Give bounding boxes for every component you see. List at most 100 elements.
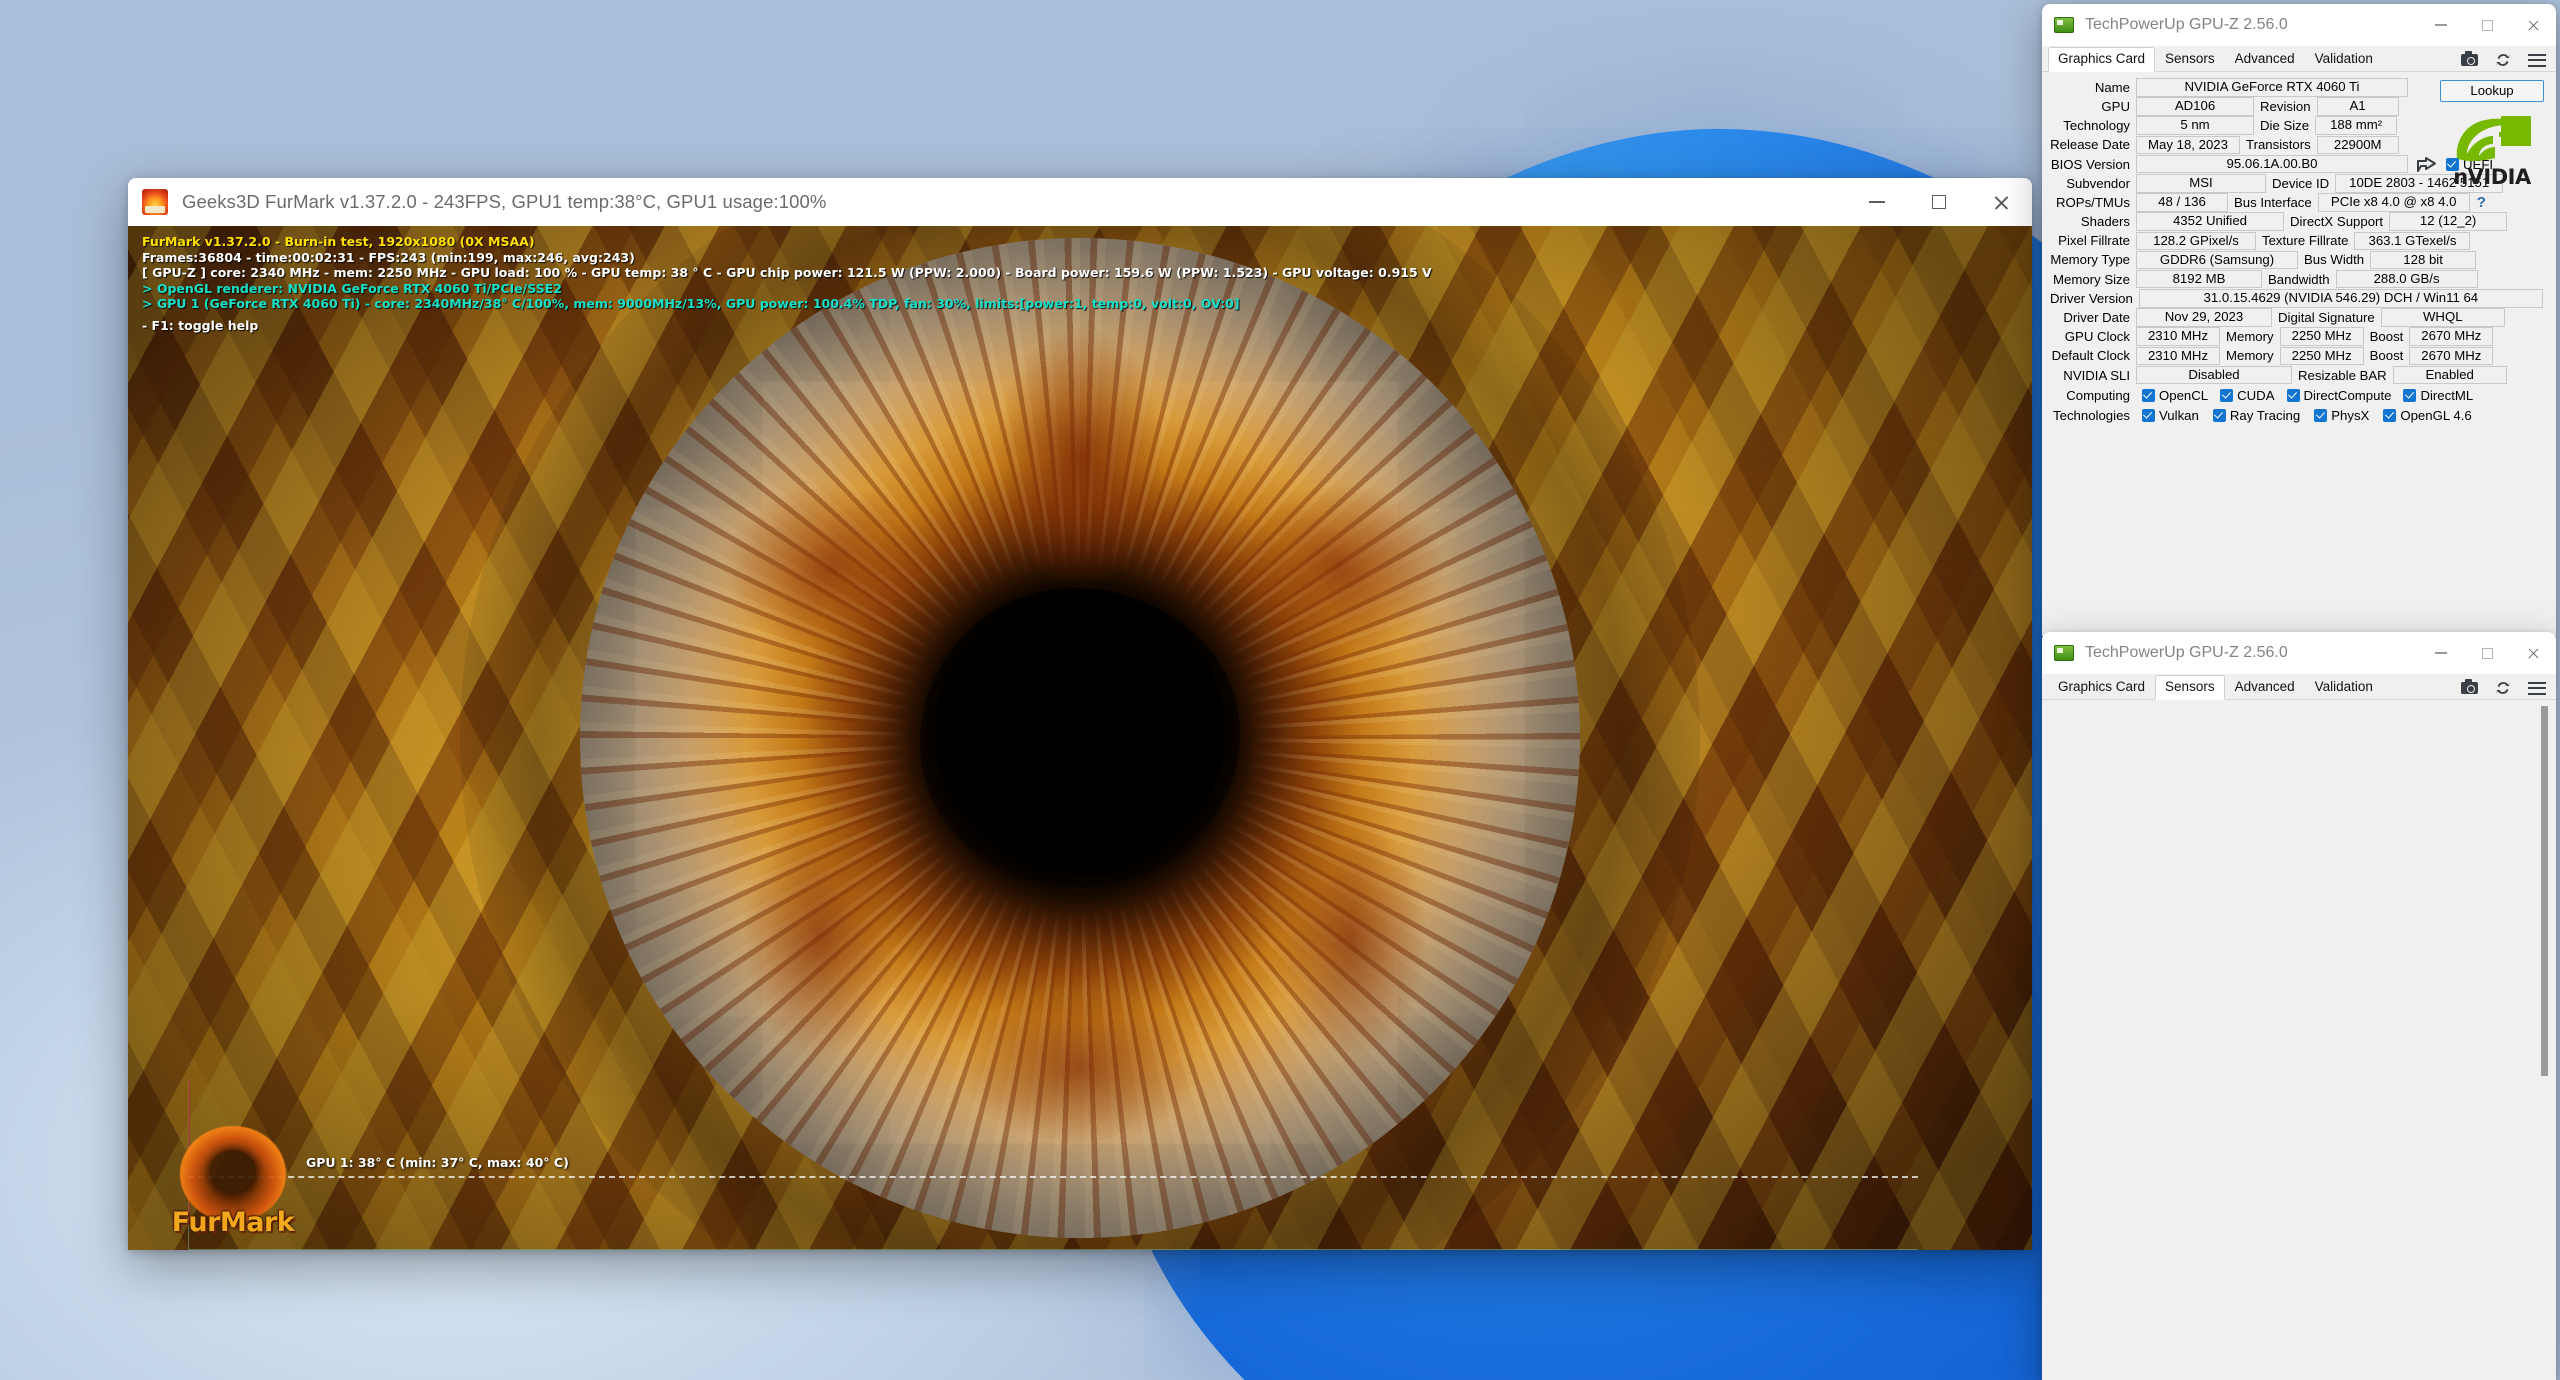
tech-opengl-checkbox[interactable]: OpenGL 4.6 (2383, 408, 2472, 423)
value-shaders: 4352 Unified (2136, 212, 2284, 231)
computing-opencl-checkbox[interactable]: OpenCL (2142, 388, 2208, 403)
gpuz-card-toolbar-icons[interactable] (2461, 51, 2546, 68)
label-memory-size: Memory Size (2053, 271, 2130, 287)
furmark-close-button[interactable] (1970, 178, 2032, 226)
minimize-icon (1869, 201, 1885, 203)
gpuz-sensors-minimize-button[interactable] (2418, 632, 2464, 674)
furmark-title: Geeks3D FurMark v1.37.2.0 - 243FPS, GPU1… (182, 191, 827, 212)
label-shaders: Shaders (2080, 214, 2130, 230)
label-subvendor: Subvendor (2066, 175, 2130, 191)
computing-directml-checkbox[interactable]: DirectML (2403, 388, 2473, 403)
computing-cuda-checkbox[interactable]: CUDA (2220, 387, 2275, 403)
computing-cuda-label: CUDA (2237, 387, 2275, 403)
tech-vulkan-checkbox[interactable]: Vulkan (2142, 408, 2199, 423)
row-driver-date: Driver Date Nov 29, 2023 Digital Signatu… (2050, 308, 2548, 327)
tech-physx-checkbox[interactable]: PhysX (2314, 408, 2369, 423)
gpuz-graphics-card-window[interactable]: TechPowerUp GPU-Z 2.56.0 Graphics Card S… (2042, 4, 2556, 636)
gpuz-card-window-controls[interactable] (2418, 4, 2556, 46)
checkbox-icon (2220, 388, 2234, 402)
close-icon (1993, 194, 2010, 211)
furmark-minimize-button[interactable] (1846, 178, 1908, 226)
minimize-icon (2435, 652, 2447, 654)
checkbox-icon (2446, 157, 2459, 171)
label-revision: Revision (2260, 98, 2311, 114)
computing-directcompute-checkbox[interactable]: DirectCompute (2286, 387, 2392, 403)
row-fillrate: Pixel Fillrate 128.2 GPixel/s Texture Fi… (2050, 231, 2548, 251)
gpuz-card-title: TechPowerUp GPU-Z 2.56.0 (2085, 16, 2288, 33)
gpuz-sensors-titlebar[interactable]: TechPowerUp GPU-Z 2.56.0 (2042, 632, 2556, 674)
camera-icon[interactable] (2461, 679, 2478, 694)
row-driver-version: Driver Version 31.0.15.4629 (NVIDIA 546.… (2050, 289, 2548, 308)
furmark-render-canvas[interactable]: FurMark v1.37.2.0 - Burn-in test, 1920x1… (128, 226, 2032, 1250)
gpuz-card-titlebar[interactable]: TechPowerUp GPU-Z 2.56.0 (2042, 4, 2556, 46)
tech-vulkan-label: Vulkan (2159, 408, 2199, 424)
bus-interface-help-icon[interactable]: ? (2477, 194, 2486, 211)
gpuz-sensors-maximize-button[interactable] (2464, 632, 2510, 674)
label-memory-type: Memory Type (2050, 252, 2130, 268)
value-boost-clock: 2670 MHz (2409, 327, 2494, 347)
label-transistors: Transistors (2246, 137, 2311, 153)
checkbox-icon (2403, 388, 2417, 402)
value-name: NVIDIA GeForce RTX 4060 Ti (2136, 78, 2408, 97)
tab-validation[interactable]: Validation (2305, 675, 2383, 699)
value-directx: 12 (12_2) (2389, 212, 2508, 231)
furmark-window[interactable]: Geeks3D FurMark v1.37.2.0 - 243FPS, GPU1… (128, 178, 2032, 1250)
label-default-memory: Memory (2226, 348, 2274, 364)
label-device-id: Device ID (2272, 175, 2330, 191)
label-gpu-clock: GPU Clock (2064, 329, 2130, 345)
tab-graphics-card[interactable]: Graphics Card (2048, 675, 2155, 699)
value-bus-interface: PCIe x8 4.0 @ x8 4.0 (2317, 193, 2470, 212)
label-die-size: Die Size (2260, 118, 2310, 134)
sensors-scrollbar[interactable] (2539, 704, 2550, 1380)
computing-opencl-label: OpenCL (2159, 387, 2209, 403)
value-digital-signature: WHQL (2380, 308, 2505, 327)
label-name: Name (2094, 79, 2130, 95)
gpuz-sensors-toolbar-icons[interactable] (2461, 679, 2546, 696)
gpuz-card-close-button[interactable] (2510, 4, 2556, 46)
value-transistors: 22900M (2316, 135, 2399, 155)
refresh-icon[interactable] (2495, 680, 2511, 696)
tab-graphics-card[interactable]: Graphics Card (2048, 47, 2156, 72)
hamburger-menu-icon[interactable] (2528, 681, 2546, 695)
tab-validation[interactable]: Validation (2305, 47, 2383, 71)
value-gpu-clock: 2310 MHz (2136, 327, 2220, 347)
furmark-logo-hole (210, 1150, 256, 1192)
checkbox-icon (2383, 409, 2397, 423)
value-subvendor: MSI (2136, 173, 2266, 193)
gpuz-sensors-tabbar[interactable]: Graphics Card Sensors Advanced Validatio… (2042, 674, 2556, 700)
maximize-icon (1932, 195, 1946, 209)
tech-raytracing-checkbox[interactable]: Ray Tracing (2212, 408, 2300, 423)
refresh-icon[interactable] (2495, 52, 2511, 68)
gpuz-card-body: Lookup nVIDIA Name NVIDIA GeForce RTX 40… (2042, 72, 2556, 432)
value-pixel-fillrate: 128.2 GPixel/s (2136, 231, 2256, 251)
gpuz-sensors-window-controls[interactable] (2418, 632, 2556, 674)
label-sli: NVIDIA SLI (2063, 367, 2130, 383)
gpuz-card-tabbar[interactable]: Graphics Card Sensors Advanced Validatio… (2042, 46, 2556, 72)
row-technologies: Technologies Vulkan Ray Tracing PhysX Op… (2050, 406, 2548, 426)
tab-advanced[interactable]: Advanced (2225, 47, 2305, 71)
value-resizable-bar: Enabled (2392, 365, 2507, 385)
gpuz-card-maximize-button[interactable] (2464, 4, 2510, 46)
value-sli: Disabled (2136, 365, 2292, 385)
maximize-icon (2481, 647, 2493, 659)
label-driver-date: Driver Date (2063, 310, 2130, 326)
tab-sensors[interactable]: Sensors (2155, 47, 2225, 71)
tab-advanced[interactable]: Advanced (2225, 675, 2305, 699)
furmark-overlay-text: FurMark v1.37.2.0 - Burn-in test, 1920x1… (142, 234, 1432, 333)
value-memory-size: 8192 MB (2136, 269, 2262, 289)
row-default-clock: Default Clock 2310 MHz Memory 2250 MHz B… (2050, 346, 2548, 366)
furmark-titlebar[interactable]: Geeks3D FurMark v1.37.2.0 - 243FPS, GPU1… (128, 178, 2032, 226)
label-rops: ROPs/TMUs (2056, 194, 2130, 210)
furmark-window-controls[interactable] (1846, 178, 2032, 226)
camera-icon[interactable] (2461, 51, 2478, 66)
scrollbar-thumb[interactable] (2541, 706, 2548, 1076)
lookup-button[interactable]: Lookup (2440, 80, 2544, 102)
gpuz-sensors-window[interactable]: TechPowerUp GPU-Z 2.56.0 Graphics Card S… (2042, 632, 2556, 1380)
furmark-maximize-button[interactable] (1908, 178, 1970, 226)
gpuz-card-minimize-button[interactable] (2418, 4, 2464, 46)
hamburger-menu-icon[interactable] (2528, 53, 2546, 67)
gpuz-sensors-close-button[interactable] (2510, 632, 2556, 674)
share-icon[interactable] (2416, 155, 2438, 173)
tab-sensors[interactable]: Sensors (2155, 675, 2225, 700)
computing-directcompute-label: DirectCompute (2303, 387, 2392, 403)
